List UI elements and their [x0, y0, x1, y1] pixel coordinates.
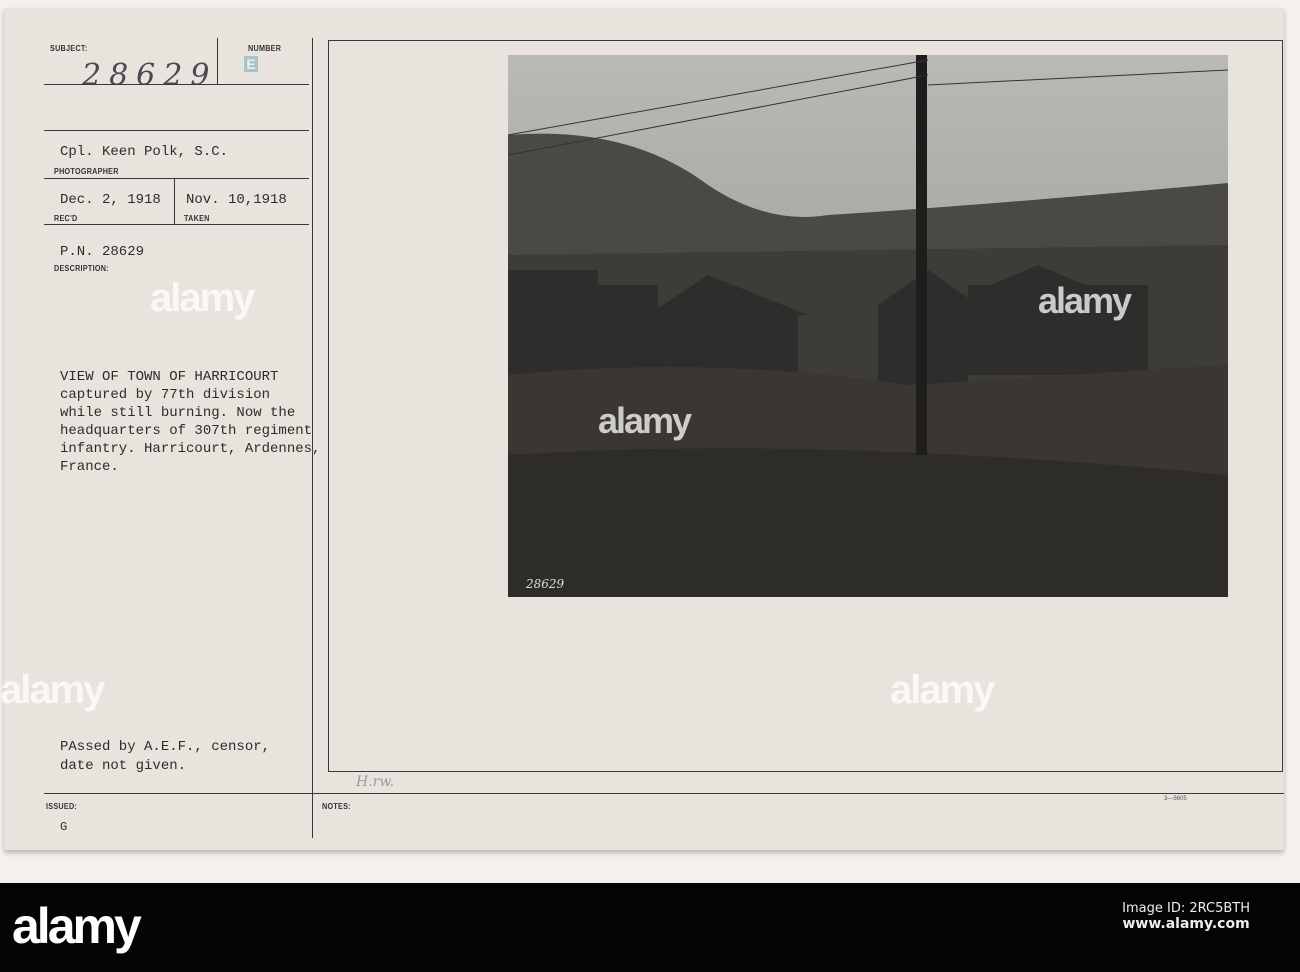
issued-label: ISSUED:: [46, 802, 78, 811]
censor-note: PAssed by A.E.F., censor, date not given…: [60, 739, 271, 774]
photo-number: 28629: [526, 577, 565, 591]
image-id: Image ID: 2RC5BTH: [1122, 901, 1250, 916]
description-text: VIEW OF TOWN OF HARRICOURT captured by 7…: [60, 369, 321, 475]
number-stamp: E: [244, 56, 258, 72]
issued-value: G: [60, 820, 68, 834]
watermark: alamy: [598, 400, 692, 441]
subject-number: 28629: [82, 58, 218, 93]
town-scene-image: [508, 55, 1228, 597]
notes-label: NOTES:: [322, 802, 351, 811]
subject-label: SUBJECT:: [50, 44, 88, 53]
received-label: REC'D: [54, 214, 78, 223]
photographer-label: PHOTOGRAPHER: [54, 167, 119, 176]
site-link[interactable]: www.alamy.com: [1122, 916, 1250, 932]
received-date: Dec. 2, 1918: [60, 192, 161, 208]
description-label: DESCRIPTION:: [54, 264, 109, 273]
image-info: Image ID: 2RC5BTH www.alamy.com: [1122, 901, 1250, 932]
pn-number: P.N. 28629: [60, 244, 145, 260]
watermark: alamy: [890, 668, 995, 712]
photograph-harricourt: 28629 alamy alamy: [508, 55, 1228, 597]
alamy-logo: alamy: [12, 898, 142, 954]
taken-label: TAKEN: [184, 214, 210, 223]
photographer-name: Cpl. Keen Polk, S.C.: [60, 144, 229, 160]
number-label: NUMBER: [248, 44, 282, 53]
notes-handwriting: H.rw.: [356, 774, 395, 790]
watermark: alamy: [1038, 280, 1132, 321]
form-number: 3—5605: [1164, 796, 1187, 802]
watermark: alamy: [0, 668, 105, 712]
taken-date: Nov. 10,1918: [186, 192, 287, 208]
footer-bar: alamy Image ID: 2RC5BTH www.alamy.com: [0, 883, 1300, 972]
watermark: alamy: [150, 276, 255, 320]
